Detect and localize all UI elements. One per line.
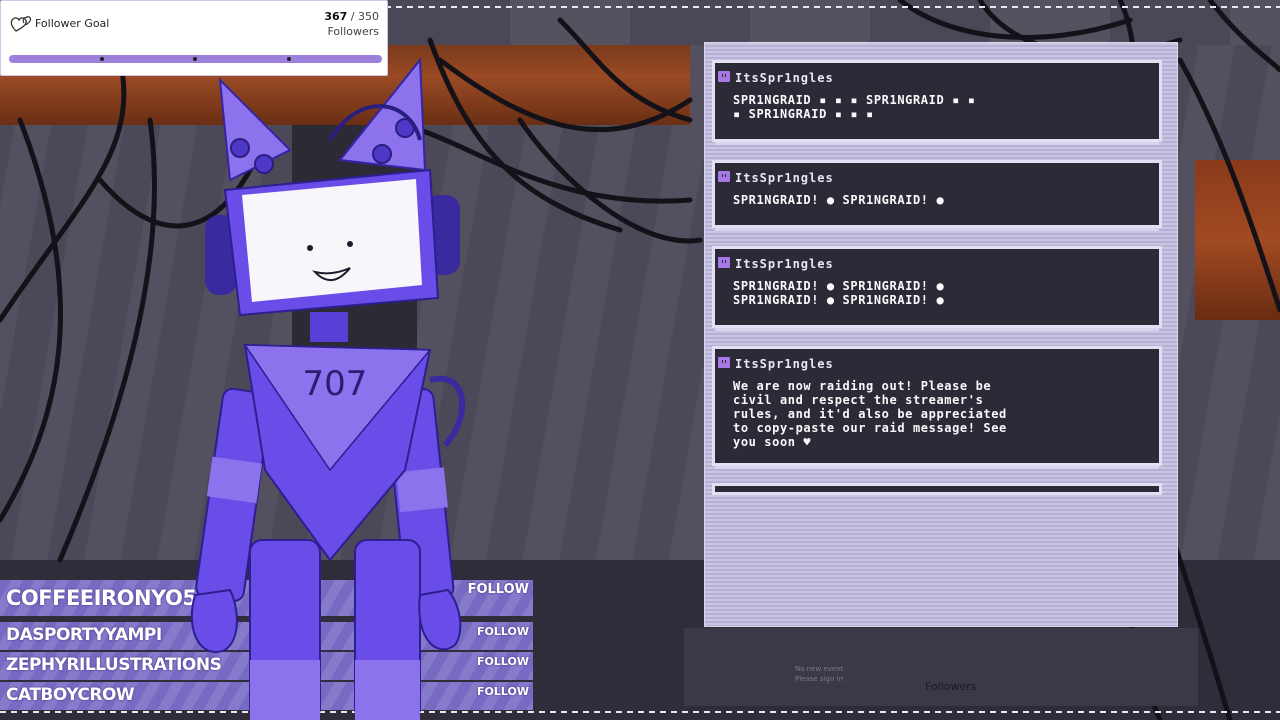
goal-target: 350 (358, 10, 379, 23)
follow-label: FOLLOW (477, 625, 529, 638)
chat-overlay: ItsSpr1ngles SPR1NGRAID ▪ ▪ ▪ SPR1NGRAID… (704, 42, 1178, 627)
goal-current: 367 (324, 10, 348, 23)
follow-label: FOLLOW (477, 655, 529, 668)
twitch-icon (718, 357, 730, 368)
below-chat-panel (684, 628, 1198, 706)
chat-text: We are now raiding out! Please be civil … (733, 379, 1007, 449)
hearts-icon (10, 16, 32, 32)
chat-text: SPR1NGRAID! ● SPR1NGRAID! ● (733, 193, 945, 207)
chat-message: ItsSpr1ngles We are now raiding out! Ple… (715, 349, 1159, 463)
chat-message: ItsSpr1ngles SPR1NGRAID ▪ ▪ ▪ SPR1NGRAID… (715, 63, 1159, 139)
chat-message-partial (715, 486, 1159, 492)
small-text-line: No new event (795, 665, 844, 673)
chat-username: ItsSpr1ngles (735, 257, 834, 271)
chat-username: ItsSpr1ngles (735, 71, 834, 85)
below-chat-small-text: No new event Please sign in (795, 664, 843, 684)
vtuber-avatar: 707 (190, 57, 466, 720)
chat-text: SPR1NGRAID ▪ ▪ ▪ SPR1NGRAID ▪ ▪ ▪ SPR1NG… (733, 93, 976, 121)
goal-count: 367 / 350 (324, 10, 379, 23)
chat-username: ItsSpr1ngles (735, 357, 834, 371)
follow-label: FOLLOW (477, 685, 529, 698)
twitch-icon (718, 257, 730, 268)
chat-text: SPR1NGRAID! ● SPR1NGRAID! ● SPR1NGRAID! … (733, 279, 945, 307)
twitch-icon (718, 71, 730, 82)
goal-milestone-dot (100, 57, 104, 61)
monitor-screen (242, 179, 422, 302)
follower-name: COFFEEIRONYO5 (6, 586, 197, 610)
follower-name: DASPORTYYAMPI (6, 625, 162, 645)
goal-title: Follower Goal (35, 17, 110, 30)
small-text-line: Please sign in (795, 675, 844, 683)
goal-separator: / (347, 10, 358, 23)
wooden-shelf-right (1195, 160, 1280, 320)
goal-unit: Followers (327, 25, 379, 38)
twitch-icon (718, 171, 730, 182)
chat-message: ItsSpr1ngles SPR1NGRAID! ● SPR1NGRAID! ● (715, 163, 1159, 225)
follower-name: CATBOYCROW (6, 685, 135, 705)
below-chat-followers-label: Followers (925, 680, 977, 693)
chat-username: ItsSpr1ngles (735, 171, 834, 185)
chat-message: ItsSpr1ngles SPR1NGRAID! ● SPR1NGRAID! ●… (715, 249, 1159, 325)
chest-label: 707 (303, 364, 368, 404)
